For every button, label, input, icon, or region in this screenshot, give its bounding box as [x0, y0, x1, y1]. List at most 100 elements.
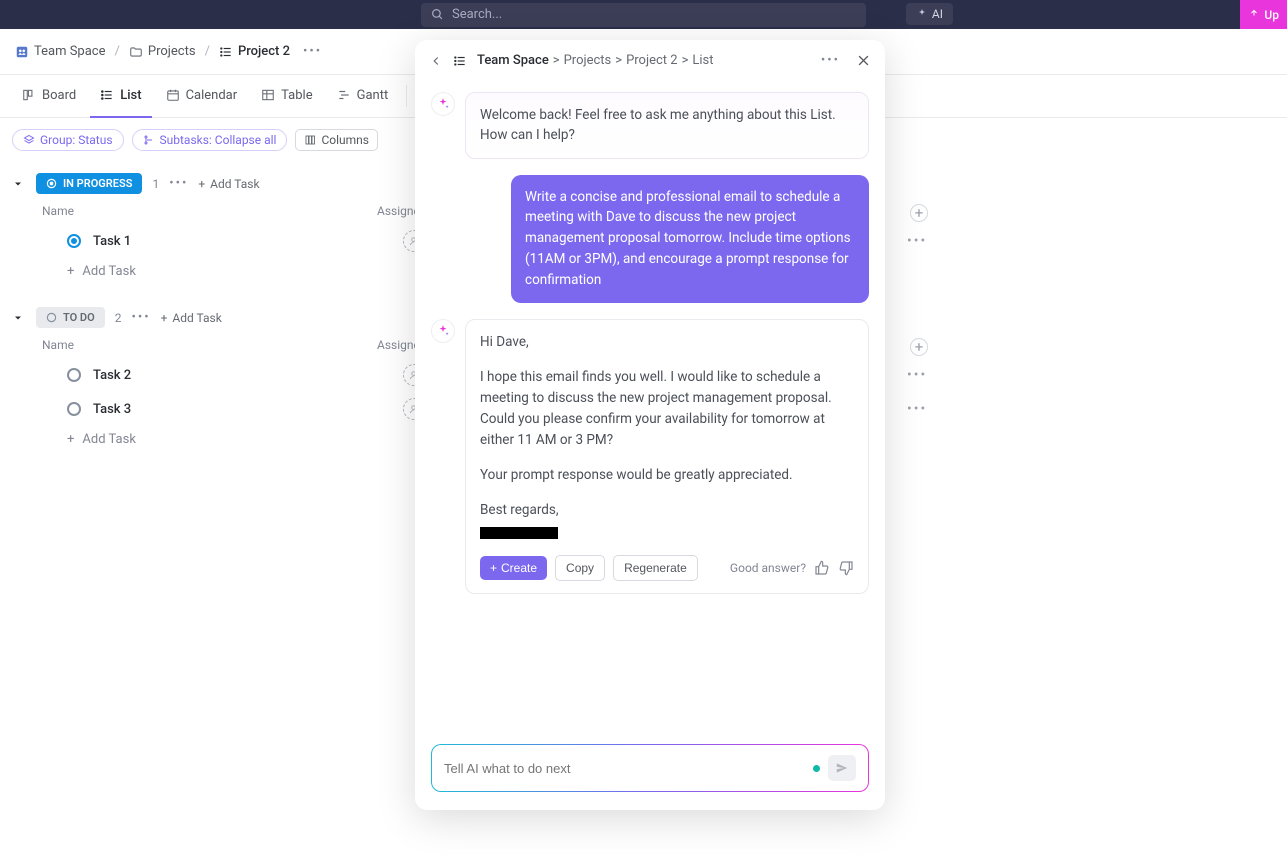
ai-label: AI	[932, 7, 943, 21]
ai-crumb[interactable]: Projects	[564, 53, 612, 68]
group-count: 1	[152, 177, 159, 191]
chevron-down-icon[interactable]	[12, 178, 26, 190]
status-chip-todo[interactable]: TO DO	[36, 307, 105, 328]
crumb-sep: /	[115, 44, 120, 59]
view-label: Calendar	[186, 88, 238, 103]
subtasks-collapse[interactable]: Subtasks: Collapse all	[132, 129, 288, 151]
status-label: IN PROGRESS	[63, 177, 132, 190]
feedback-label: Good answer?	[730, 559, 806, 578]
crumb-sep: /	[205, 44, 210, 59]
col-name-header: Name	[42, 338, 377, 352]
task-name[interactable]: Task 2	[93, 368, 403, 383]
add-column[interactable]: +	[910, 338, 928, 356]
subtask-icon	[143, 134, 155, 146]
table-icon	[261, 88, 275, 102]
ai-avatar-icon	[431, 319, 455, 343]
crumb-label: Projects	[148, 44, 196, 59]
crumb-projects[interactable]: Projects	[126, 41, 199, 62]
pill-label: Group: Status	[40, 133, 113, 147]
ai-response-body: Hi Dave, I hope this email finds you wel…	[465, 319, 869, 594]
plus-icon: +	[67, 432, 74, 447]
group-by-status[interactable]: Group: Status	[12, 129, 124, 151]
view-gantt[interactable]: Gantt	[327, 75, 399, 118]
ai-conversation: Welcome back! Feel free to ask me anythi…	[415, 82, 885, 734]
group-more[interactable]: •••	[131, 310, 150, 325]
status-chip-in-progress[interactable]: IN PROGRESS	[36, 173, 142, 194]
crumb-more[interactable]: •••	[299, 44, 326, 59]
status-dot-icon[interactable]	[67, 402, 81, 416]
thumbs-up-icon[interactable]	[814, 560, 830, 576]
send-button[interactable]	[828, 755, 856, 781]
crumb-project2[interactable]: Project 2	[216, 41, 293, 62]
search-placeholder: Search...	[452, 7, 502, 22]
view-label: Table	[281, 88, 312, 103]
calendar-icon	[166, 88, 180, 102]
create-label: Create	[501, 561, 537, 575]
gantt-icon	[337, 88, 351, 102]
ai-crumb[interactable]: List	[692, 53, 713, 68]
col-name-header: Name	[42, 204, 377, 218]
view-label: List	[120, 88, 141, 103]
thumbs-down-icon[interactable]	[838, 560, 854, 576]
user-message: Write a concise and professional email t…	[431, 175, 869, 304]
columns-button[interactable]: Columns	[295, 129, 378, 151]
group-count: 2	[115, 311, 122, 325]
feedback-row: Good answer?	[730, 559, 854, 578]
regenerate-button[interactable]: Regenerate	[613, 555, 698, 581]
ai-more[interactable]: •••	[815, 53, 846, 68]
group-more[interactable]: •••	[169, 176, 188, 191]
recording-indicator-icon	[813, 765, 820, 772]
status-circle-icon	[46, 178, 57, 189]
crumb-label: Team Space	[34, 44, 106, 59]
plus-icon: +	[67, 264, 74, 279]
group-add-task[interactable]: + Add Task	[161, 311, 222, 325]
response-line: Best regards,	[480, 500, 854, 521]
add-column[interactable]: +	[910, 204, 928, 222]
view-list[interactable]: List	[90, 75, 151, 118]
layers-icon	[23, 134, 35, 146]
response-line: Hi Dave,	[480, 332, 854, 353]
view-board[interactable]: Board	[12, 75, 86, 118]
plus-icon: +	[161, 311, 168, 325]
global-search[interactable]: Search...	[421, 3, 866, 27]
view-table[interactable]: Table	[251, 75, 322, 118]
view-calendar[interactable]: Calendar	[156, 75, 248, 118]
add-task-label: Add Task	[82, 264, 136, 279]
status-dot-icon[interactable]	[67, 368, 81, 382]
add-task-label: Add Task	[172, 311, 221, 325]
board-icon	[22, 88, 36, 102]
ai-breadcrumb: Team Space > Projects > Project 2 > List	[477, 53, 805, 68]
row-actions[interactable]: •••	[907, 233, 927, 249]
task-name[interactable]: Task 3	[93, 402, 403, 417]
upgrade-button[interactable]: Up	[1240, 0, 1287, 29]
group-add-task[interactable]: + Add Task	[198, 177, 259, 191]
plus-icon: +	[490, 561, 497, 575]
copy-button[interactable]: Copy	[555, 555, 605, 581]
crumb-team-space[interactable]: Team Space	[12, 41, 109, 62]
ai-toggle[interactable]: AI	[906, 3, 953, 25]
team-space-icon	[15, 45, 29, 59]
row-actions[interactable]: •••	[907, 367, 927, 383]
create-button[interactable]: + Create	[480, 556, 547, 580]
back-button[interactable]	[429, 54, 443, 68]
ai-input-field[interactable]	[444, 761, 805, 776]
task-name[interactable]: Task 1	[93, 234, 403, 249]
ai-panel-header: Team Space > Projects > Project 2 > List…	[415, 40, 885, 82]
response-actions: + Create Copy Regenerate Good answer?	[480, 555, 854, 581]
ai-input[interactable]	[431, 744, 869, 792]
ai-response: Hi Dave, I hope this email finds you wel…	[431, 319, 869, 594]
status-dot-icon[interactable]	[67, 234, 81, 248]
row-actions[interactable]: •••	[907, 401, 927, 417]
ai-crumb[interactable]: Team Space	[477, 53, 549, 68]
crumb-label: Project 2	[238, 44, 290, 59]
add-task-label: Add Task	[82, 432, 136, 447]
chevron-down-icon[interactable]	[12, 312, 26, 324]
upgrade-icon	[1248, 9, 1260, 21]
close-button[interactable]	[856, 53, 871, 68]
ai-message: Welcome back! Feel free to ask me anythi…	[431, 92, 869, 159]
sparkle-icon	[916, 8, 928, 20]
response-line: I hope this email finds you well. I woul…	[480, 367, 854, 451]
redacted-signature	[480, 527, 558, 539]
ai-crumb[interactable]: Project 2	[626, 53, 678, 68]
folder-icon	[129, 45, 143, 59]
